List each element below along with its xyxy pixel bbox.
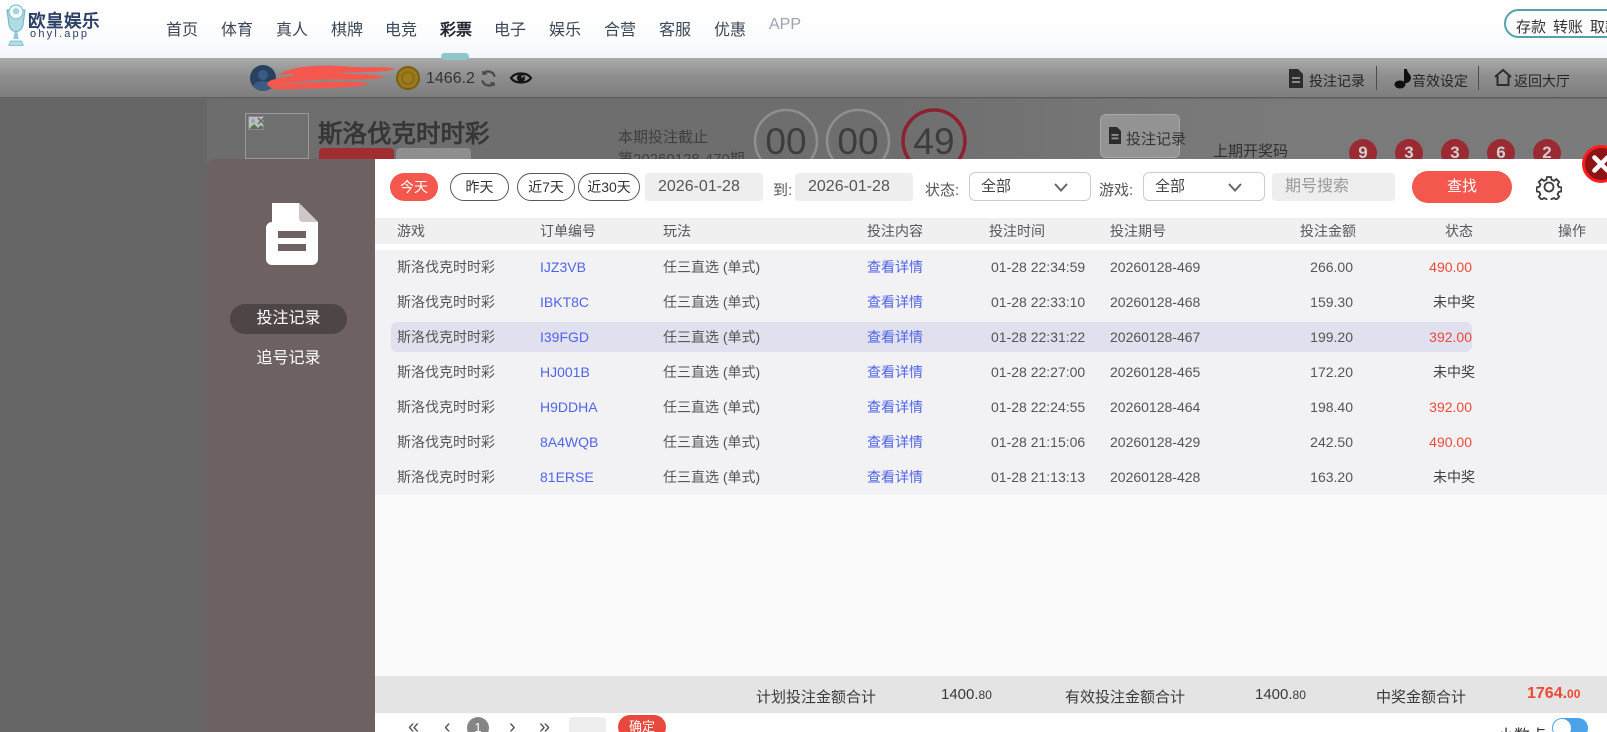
svg-text:00: 00 [765, 121, 806, 159]
svg-text:49: 49 [913, 121, 954, 159]
svg-text:00: 00 [837, 121, 878, 159]
